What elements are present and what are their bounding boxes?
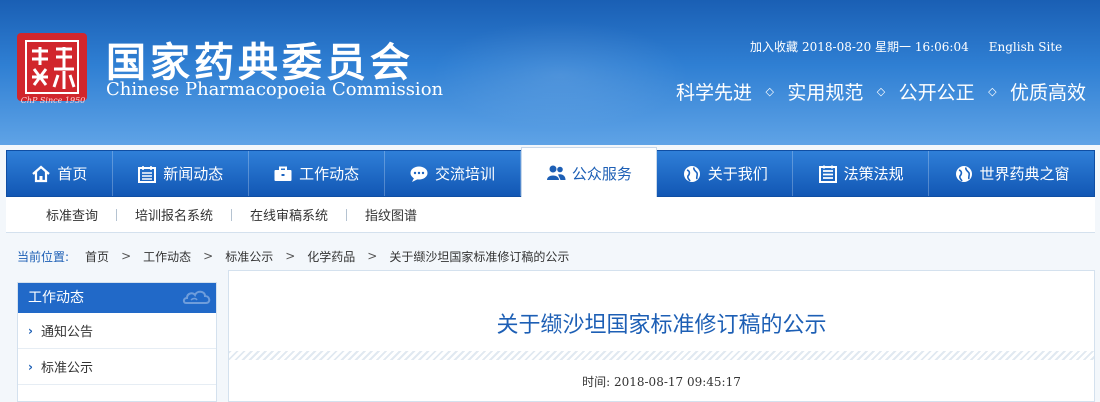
globe-icon [955, 165, 972, 182]
nav-item-label: 交流培训 [435, 165, 496, 183]
slogan: 公开公正 [898, 82, 975, 104]
briefcase-icon [274, 166, 292, 181]
sidebar-item-notices[interactable]: › 通知公告 [18, 313, 216, 349]
subnav-item-online-review[interactable]: 在线审稿系统 [232, 205, 346, 224]
slogan: 优质高效 [1009, 82, 1086, 104]
breadcrumb: 当前位置: 首页 > 工作动态 > 标准公示 > 化学药品 > 关于缬沙坦国家标… [17, 244, 1092, 268]
sub-nav: 标准查询 培训报名系统 在线审稿系统 指纹图谱 [6, 197, 1095, 233]
nav-item-work[interactable]: 工作动态 [249, 151, 385, 196]
logo-caption: ChP Since 1950 [20, 96, 86, 105]
breadcrumb-separator: > [285, 249, 296, 263]
diamond-icon: ◇ [765, 85, 774, 98]
diamond-icon: ◇ [988, 85, 997, 98]
site-header: ChP Since 1950 国家药典委员会 Chinese Pharmacop… [0, 0, 1100, 145]
nav-item-label: 首页 [57, 165, 88, 183]
chevron-right-icon: › [28, 359, 33, 374]
subnav-item-standard-query[interactable]: 标准查询 [28, 205, 116, 224]
article-panel: 关于缬沙坦国家标准修订稿的公示 时间: 2018-08-17 09:45:17 [228, 270, 1095, 402]
nav-item-label: 新闻动态 [163, 165, 224, 183]
nav-item-label: 世界药典之窗 [979, 165, 1070, 183]
list-icon [818, 165, 837, 183]
nav-item-regulations[interactable]: 法策法规 [793, 151, 930, 196]
slogan: 实用规范 [787, 82, 864, 104]
site-logo[interactable] [17, 33, 87, 101]
slogans: 科学先进 ◇ 实用规范 ◇ 公开公正 ◇ 优质高效 [676, 78, 1086, 105]
article-title: 关于缬沙坦国家标准修订稿的公示 [496, 313, 827, 338]
chat-icon [410, 166, 428, 182]
breadcrumb-item[interactable]: 化学药品 [307, 248, 355, 265]
nav-item-about[interactable]: 关于我们 [657, 151, 794, 196]
top-links: 加入收藏 2018-08-20 星期一 16:06:04 English Site [750, 38, 1062, 55]
breadcrumb-current[interactable]: 关于缬沙坦国家标准修订稿的公示 [389, 248, 569, 265]
header-datetime: 2018-08-20 星期一 16:06:04 [802, 40, 969, 54]
pharmacopoeia-seal-icon [25, 40, 79, 94]
sidebar-title: 工作动态 [18, 283, 216, 313]
title-divider [229, 351, 1094, 360]
bookmark-link[interactable]: 加入收藏 [750, 40, 798, 54]
sidebar-item-standard-announcements[interactable]: › 标准公示 [18, 349, 216, 385]
chevron-right-icon: › [28, 323, 33, 338]
nav-item-label: 工作动态 [299, 165, 360, 183]
slogan: 科学先进 [676, 82, 753, 104]
nav-item-home[interactable]: 首页 [7, 151, 113, 196]
english-site-link[interactable]: English Site [989, 40, 1063, 54]
header-watermark [430, 20, 690, 130]
breadcrumb-lead: 当前位置: [17, 249, 70, 264]
nav-item-training[interactable]: 交流培训 [385, 151, 521, 196]
nav-item-news[interactable]: 新闻动态 [113, 151, 249, 196]
subnav-item-fingerprint[interactable]: 指纹图谱 [347, 205, 435, 224]
nav-item-public-service[interactable]: 公众服务 [520, 147, 658, 198]
breadcrumb-separator: > [367, 249, 378, 263]
breadcrumb-item[interactable]: 首页 [85, 248, 109, 265]
nav-item-label: 法策法规 [843, 165, 904, 183]
main-nav: 首页 新闻动态 工作动态 交流培训 公众服务 关于我们 法策法规 世界药典之窗 [6, 147, 1095, 198]
sidebar-item-label: 标准公示 [40, 361, 93, 376]
nav-item-label: 关于我们 [707, 165, 768, 183]
sidebar: 工作动态 › 通知公告 › 标准公示 [17, 282, 217, 402]
site-title-en: Chinese Pharmacopoeia Commission [106, 79, 444, 100]
sidebar-item-label: 通知公告 [40, 325, 93, 340]
cloud-ornament-icon [182, 290, 211, 304]
sidebar-title-label: 工作动态 [28, 290, 84, 306]
calendar-icon [138, 165, 157, 183]
diamond-icon: ◇ [876, 85, 886, 98]
article-time: 时间: 2018-08-17 09:45:17 [582, 375, 741, 389]
users-icon [546, 165, 566, 180]
subnav-item-training-registration[interactable]: 培训报名系统 [117, 205, 231, 224]
nav-item-world-pharmacopoeia[interactable]: 世界药典之窗 [929, 151, 1094, 196]
breadcrumb-item[interactable]: 工作动态 [143, 248, 191, 265]
globe-icon [683, 165, 700, 182]
nav-item-label: 公众服务 [571, 164, 632, 183]
breadcrumb-separator: > [121, 249, 132, 263]
breadcrumb-separator: > [203, 249, 214, 263]
breadcrumb-item[interactable]: 标准公示 [225, 248, 273, 265]
home-icon [32, 165, 51, 182]
